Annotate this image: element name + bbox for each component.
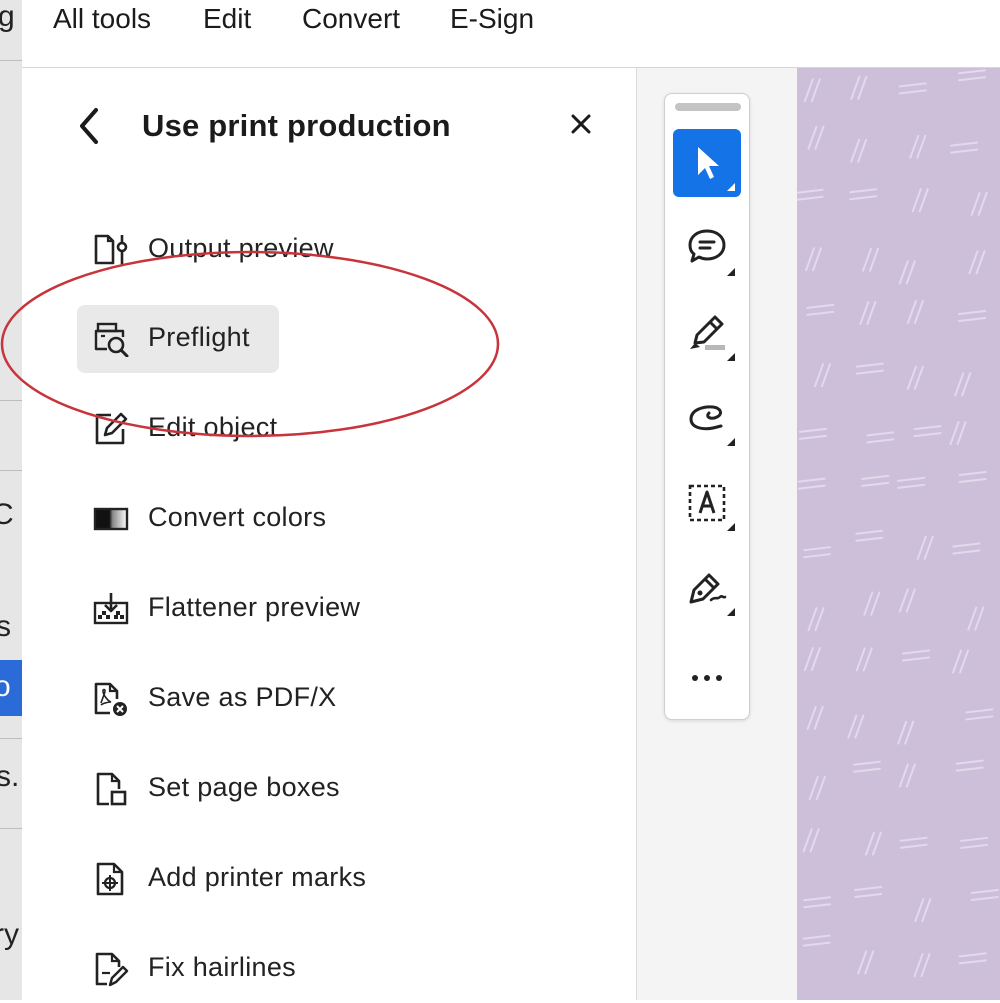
save-pdfx-icon: [94, 682, 127, 716]
tool-label: Add printer marks: [148, 862, 367, 892]
toolbar-drag-handle[interactable]: [675, 103, 741, 111]
document-page[interactable]: [797, 68, 1000, 1000]
menu-convert[interactable]: Convert: [302, 3, 400, 35]
background-text: C: [0, 498, 14, 531]
more-icon: [692, 675, 722, 681]
tool-label: Save as PDF/X: [148, 682, 337, 712]
tool-output-preview[interactable]: Output preview: [77, 216, 337, 284]
background-divider: [0, 400, 22, 401]
close-button[interactable]: [567, 110, 595, 138]
more-tools-button[interactable]: [673, 642, 741, 710]
tool-preflight[interactable]: Preflight: [77, 305, 279, 373]
tool-label: Set page boxes: [148, 772, 340, 802]
flattener-preview-icon: [93, 593, 129, 625]
tool-label: Preflight: [148, 322, 250, 352]
close-icon: [571, 114, 591, 134]
background-text: o: [0, 670, 11, 703]
select-cursor-icon: [698, 147, 735, 191]
background-text: g: [0, 0, 15, 33]
tool-label: Output preview: [148, 233, 334, 263]
preflight-icon: [94, 322, 129, 357]
comment-tool-button[interactable]: [673, 214, 741, 282]
highlight-tool-button[interactable]: [673, 299, 741, 367]
printer-marks-icon: [96, 862, 124, 896]
quick-tools-toolbar: [664, 93, 750, 720]
background-divider: [0, 60, 22, 61]
menu-all-tools[interactable]: All tools: [53, 3, 151, 35]
background-text: s: [0, 610, 11, 643]
background-text: ry: [0, 918, 19, 951]
highlighter-icon: [690, 315, 735, 361]
background-window: g C s o s.. ry: [0, 0, 22, 1000]
print-production-panel: Use print production Output preview Pref…: [22, 68, 637, 1000]
comment-icon: [688, 229, 735, 276]
fix-hairlines-icon: [95, 952, 129, 987]
tool-save-as-pdfx[interactable]: Save as PDF/X: [77, 665, 337, 733]
tool-convert-colors[interactable]: Convert colors: [77, 485, 337, 553]
panel-title: Use print production: [142, 108, 451, 143]
text-box-icon: [688, 484, 735, 531]
set-page-boxes-icon: [96, 772, 127, 806]
chevron-left-icon: [80, 108, 98, 144]
tool-label: Flattener preview: [148, 592, 361, 622]
tool-flattener-preview[interactable]: Flattener preview: [77, 575, 360, 643]
convert-colors-icon: [93, 507, 129, 531]
menu-edit[interactable]: Edit: [203, 3, 251, 35]
sign-pen-icon: [689, 573, 735, 616]
page-pattern: [797, 69, 999, 978]
background-text: s..: [0, 760, 22, 793]
text-box-tool-button[interactable]: [673, 469, 741, 537]
draw-freehand-icon: [689, 405, 735, 446]
tool-label: Convert colors: [148, 502, 327, 532]
tool-add-printer-marks[interactable]: Add printer marks: [77, 845, 366, 913]
select-tool-button[interactable]: [673, 129, 741, 197]
tool-edit-object[interactable]: Edit object: [77, 395, 337, 463]
menu-e-sign[interactable]: E-Sign: [450, 3, 534, 35]
output-preview-icon: [94, 234, 128, 265]
back-button[interactable]: [72, 104, 108, 148]
tool-label: Fix hairlines: [148, 952, 296, 982]
top-menu-bar: All tools Edit Convert E-Sign: [22, 0, 1000, 68]
draw-tool-button[interactable]: [673, 384, 741, 452]
background-divider: [0, 828, 22, 829]
tool-label: Edit object: [148, 412, 278, 442]
tool-fix-hairlines[interactable]: Fix hairlines: [77, 935, 337, 1003]
background-divider: [0, 470, 22, 471]
background-divider: [0, 738, 22, 739]
tool-set-page-boxes[interactable]: Set page boxes: [77, 755, 340, 823]
sign-tool-button[interactable]: [673, 554, 741, 622]
edit-object-icon: [95, 412, 128, 445]
